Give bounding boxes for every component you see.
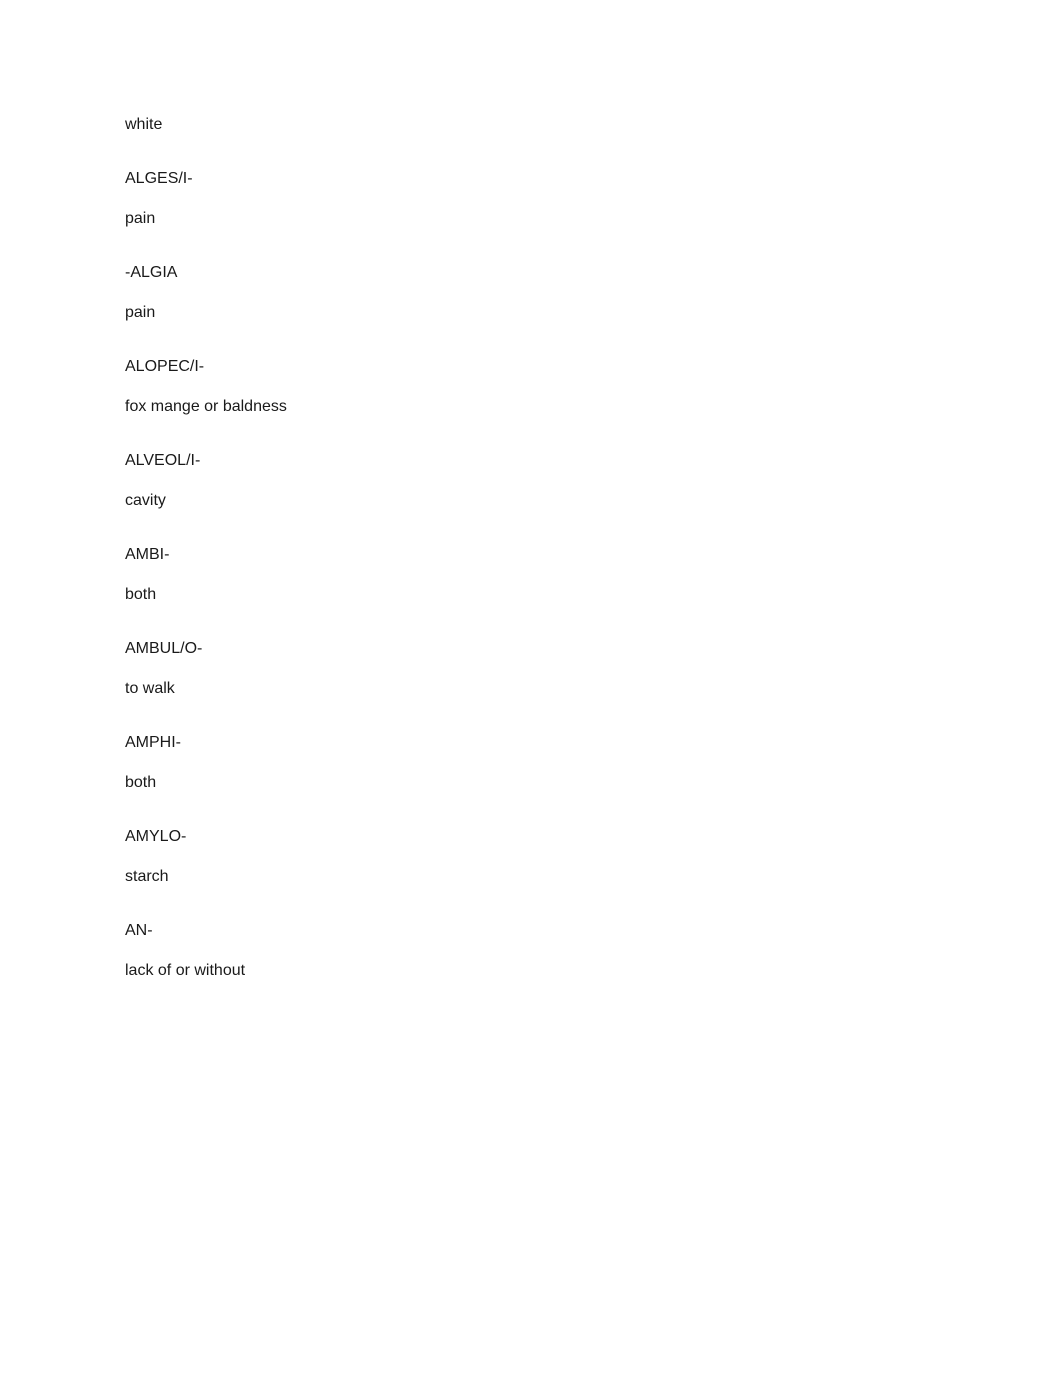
glossary-term: white [125, 116, 163, 133]
glossary-term: ALOPEC/I- [125, 358, 205, 375]
glossary-entry: AN-lack of or without [125, 923, 1062, 979]
glossary-definition: starch [125, 868, 169, 885]
glossary-definition: cavity [125, 492, 166, 509]
glossary-entry: ALGES/I-pain [125, 171, 1062, 227]
glossary-entry: ALOPEC/I-fox mange or baldness [125, 359, 1062, 415]
glossary-term: ALVEOL/I- [125, 452, 201, 469]
glossary-term: -ALGIA [125, 264, 178, 281]
glossary-definition: lack of or without [125, 962, 246, 979]
document-page: white ALGES/I-pain -ALGIA pain ALOPEC/I-fox … [0, 0, 1062, 1377]
glossary-entry: AMYLO-starch [125, 829, 1062, 885]
glossary-definition: fox mange or baldness [125, 398, 287, 415]
glossary-definition: both [125, 586, 157, 603]
glossary-definition: pain [125, 304, 156, 321]
glossary-entry: AMBUL/O-to walk [125, 641, 1062, 697]
glossary-term: AMYLO- [125, 828, 187, 845]
glossary-definition: pain [125, 210, 156, 227]
glossary-list: white ALGES/I-pain -ALGIA pain ALOPEC/I-fox … [125, 117, 1062, 979]
glossary-entry: AMPHI-both [125, 735, 1062, 791]
glossary-term: AMBI- [125, 546, 170, 563]
glossary-term: AMBUL/O- [125, 640, 203, 657]
glossary-term: AMPHI- [125, 734, 181, 751]
glossary-entry: AMBI-both [125, 547, 1062, 603]
glossary-definition: to walk [125, 680, 175, 697]
glossary-term: ALGES/I- [125, 170, 193, 187]
glossary-term: AN- [125, 922, 153, 939]
glossary-entry: white [125, 117, 1062, 133]
glossary-entry: ALVEOL/I-cavity [125, 453, 1062, 509]
glossary-definition: both [125, 774, 157, 791]
glossary-entry: -ALGIA pain [125, 265, 1062, 321]
